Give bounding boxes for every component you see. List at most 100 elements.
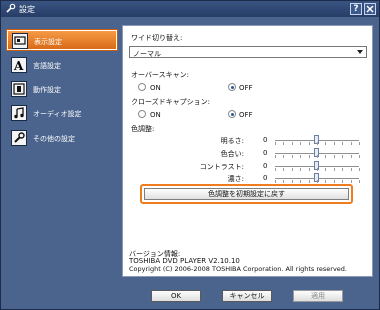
slider-tick [350, 180, 352, 183]
slider-tick [325, 155, 327, 158]
sidebar-item-language[interactable]: A 言語設定 [7, 55, 117, 75]
slider-tick [350, 142, 352, 145]
cc-off-radio[interactable] [228, 110, 236, 118]
settings-panel: ワイド切り替え: ノーマル オーバースキャン: ON OFF クローズドキャプシ… [122, 25, 373, 277]
slider-label: 色合い: [220, 150, 244, 158]
sidebar-item-label: 動作設定 [33, 86, 61, 94]
slider-tick [317, 142, 318, 145]
slider-tick [317, 180, 318, 183]
slider-value: 0 [263, 174, 268, 182]
sidebar-item-playback[interactable]: 動作設定 [7, 79, 117, 99]
slider-tick [283, 155, 285, 158]
slider-tick [275, 180, 276, 183]
slider-tick [275, 168, 276, 171]
version-line: TOSHIBA DVD PLAYER V2.10.10 [129, 257, 240, 265]
sidebar: 表示設定 A 言語設定 動作設定 オーディオ設定 その他の設定 [3, 23, 117, 283]
wide-mode-value: ノーマル [133, 50, 161, 58]
slider-tick [291, 155, 293, 158]
cancel-button[interactable]: キャンセル [222, 290, 272, 302]
wide-mode-select[interactable]: ノーマル [129, 46, 367, 58]
close-icon [366, 5, 374, 13]
language-A-icon: A [11, 57, 27, 73]
slider-tick [359, 142, 360, 145]
slider-tick [308, 168, 310, 171]
slider-tick [350, 168, 352, 171]
slider-hue: 色合い: 0 [123, 147, 374, 159]
slider-tick [283, 142, 285, 145]
title-bar: 設定 ? [1, 1, 379, 17]
cc-off-label: OFF [239, 111, 253, 119]
close-button[interactable] [364, 3, 376, 15]
slider-tick [275, 142, 276, 145]
slider-tick [283, 180, 285, 183]
slider-tick [308, 155, 310, 158]
wrench-icon [6, 3, 16, 13]
slider-tick [325, 180, 327, 183]
slider-tick [317, 155, 318, 158]
slider-tick [350, 155, 352, 158]
slider-tick [333, 180, 335, 183]
slider-tick [359, 180, 360, 183]
wrench-icon [11, 130, 27, 146]
slider-label: コントラスト: [199, 163, 244, 171]
slider-tick [300, 168, 302, 171]
slider-value: 0 [263, 136, 268, 144]
wide-label: ワイド切り替え: [131, 34, 183, 42]
reset-highlight: 色調整を初期設定に戻す [140, 184, 353, 204]
window-title: 設定 [19, 5, 35, 14]
slider-tick [359, 168, 360, 171]
sidebar-item-label: オーディオ設定 [33, 110, 82, 118]
overscan-label: オーバースキャン: [131, 71, 189, 79]
slider-tick [342, 180, 344, 183]
slider-label: 明るさ: [220, 137, 244, 145]
slider-tick [300, 180, 302, 183]
overscan-off-radio[interactable] [228, 83, 236, 91]
slider-tick [300, 155, 302, 158]
slider-tick [275, 155, 276, 158]
slider-tick [317, 168, 318, 171]
slider-tick [333, 168, 335, 171]
cc-on-radio[interactable] [138, 110, 146, 118]
slider-tick [308, 142, 310, 145]
svg-text:A: A [13, 59, 24, 72]
closed-caption-label: クローズドキャプション: [131, 98, 211, 106]
display-icon [12, 33, 28, 49]
chevron-down-icon [357, 50, 363, 54]
slider-tick [291, 180, 293, 183]
slider-tick [342, 142, 344, 145]
overscan-off-label: OFF [239, 84, 253, 92]
sidebar-item-label: その他の設定 [33, 135, 75, 143]
slider-value: 0 [263, 162, 268, 170]
slider-tick [333, 155, 335, 158]
sidebar-item-label: 表示設定 [34, 38, 62, 46]
slider-value: 0 [263, 149, 268, 157]
slider-tick [300, 142, 302, 145]
slider-tick [333, 142, 335, 145]
music-note-icon [11, 105, 27, 121]
ok-button[interactable]: OK [151, 290, 201, 302]
sidebar-item-audio[interactable]: オーディオ設定 [7, 103, 117, 123]
slider-tick [325, 142, 327, 145]
sidebar-item-display[interactable]: 表示設定 [7, 30, 117, 50]
slider-contrast: コントラスト: 0 [123, 160, 374, 172]
copyright-text: Copyright (C) 2006-2008 TOSHIBA Corporat… [129, 265, 347, 273]
help-button[interactable]: ? [350, 3, 362, 15]
slider-label: 濃さ: [227, 175, 244, 183]
settings-window: 設定 ? 表示設定 A 言語設定 動作設定 オーディオ設定 その他の設定 ワイド… [0, 0, 380, 310]
cc-on-label: ON [150, 111, 161, 119]
slider-tick [359, 155, 360, 158]
sidebar-item-other[interactable]: その他の設定 [7, 128, 117, 148]
overscan-on-label: ON [150, 84, 161, 92]
slider-tick [291, 168, 293, 171]
slider-saturation: 濃さ: 0 [123, 172, 374, 184]
slider-tick [342, 168, 344, 171]
slider-tick [308, 180, 310, 183]
overscan-on-radio[interactable] [138, 83, 146, 91]
sidebar-item-label: 言語設定 [33, 62, 61, 70]
film-icon [11, 81, 27, 97]
apply-button[interactable]: 適用 [293, 290, 343, 302]
slider-tick [325, 168, 327, 171]
slider-tick [283, 168, 285, 171]
slider-tick [342, 155, 344, 158]
reset-color-button[interactable]: 色調整を初期設定に戻す [144, 188, 349, 200]
